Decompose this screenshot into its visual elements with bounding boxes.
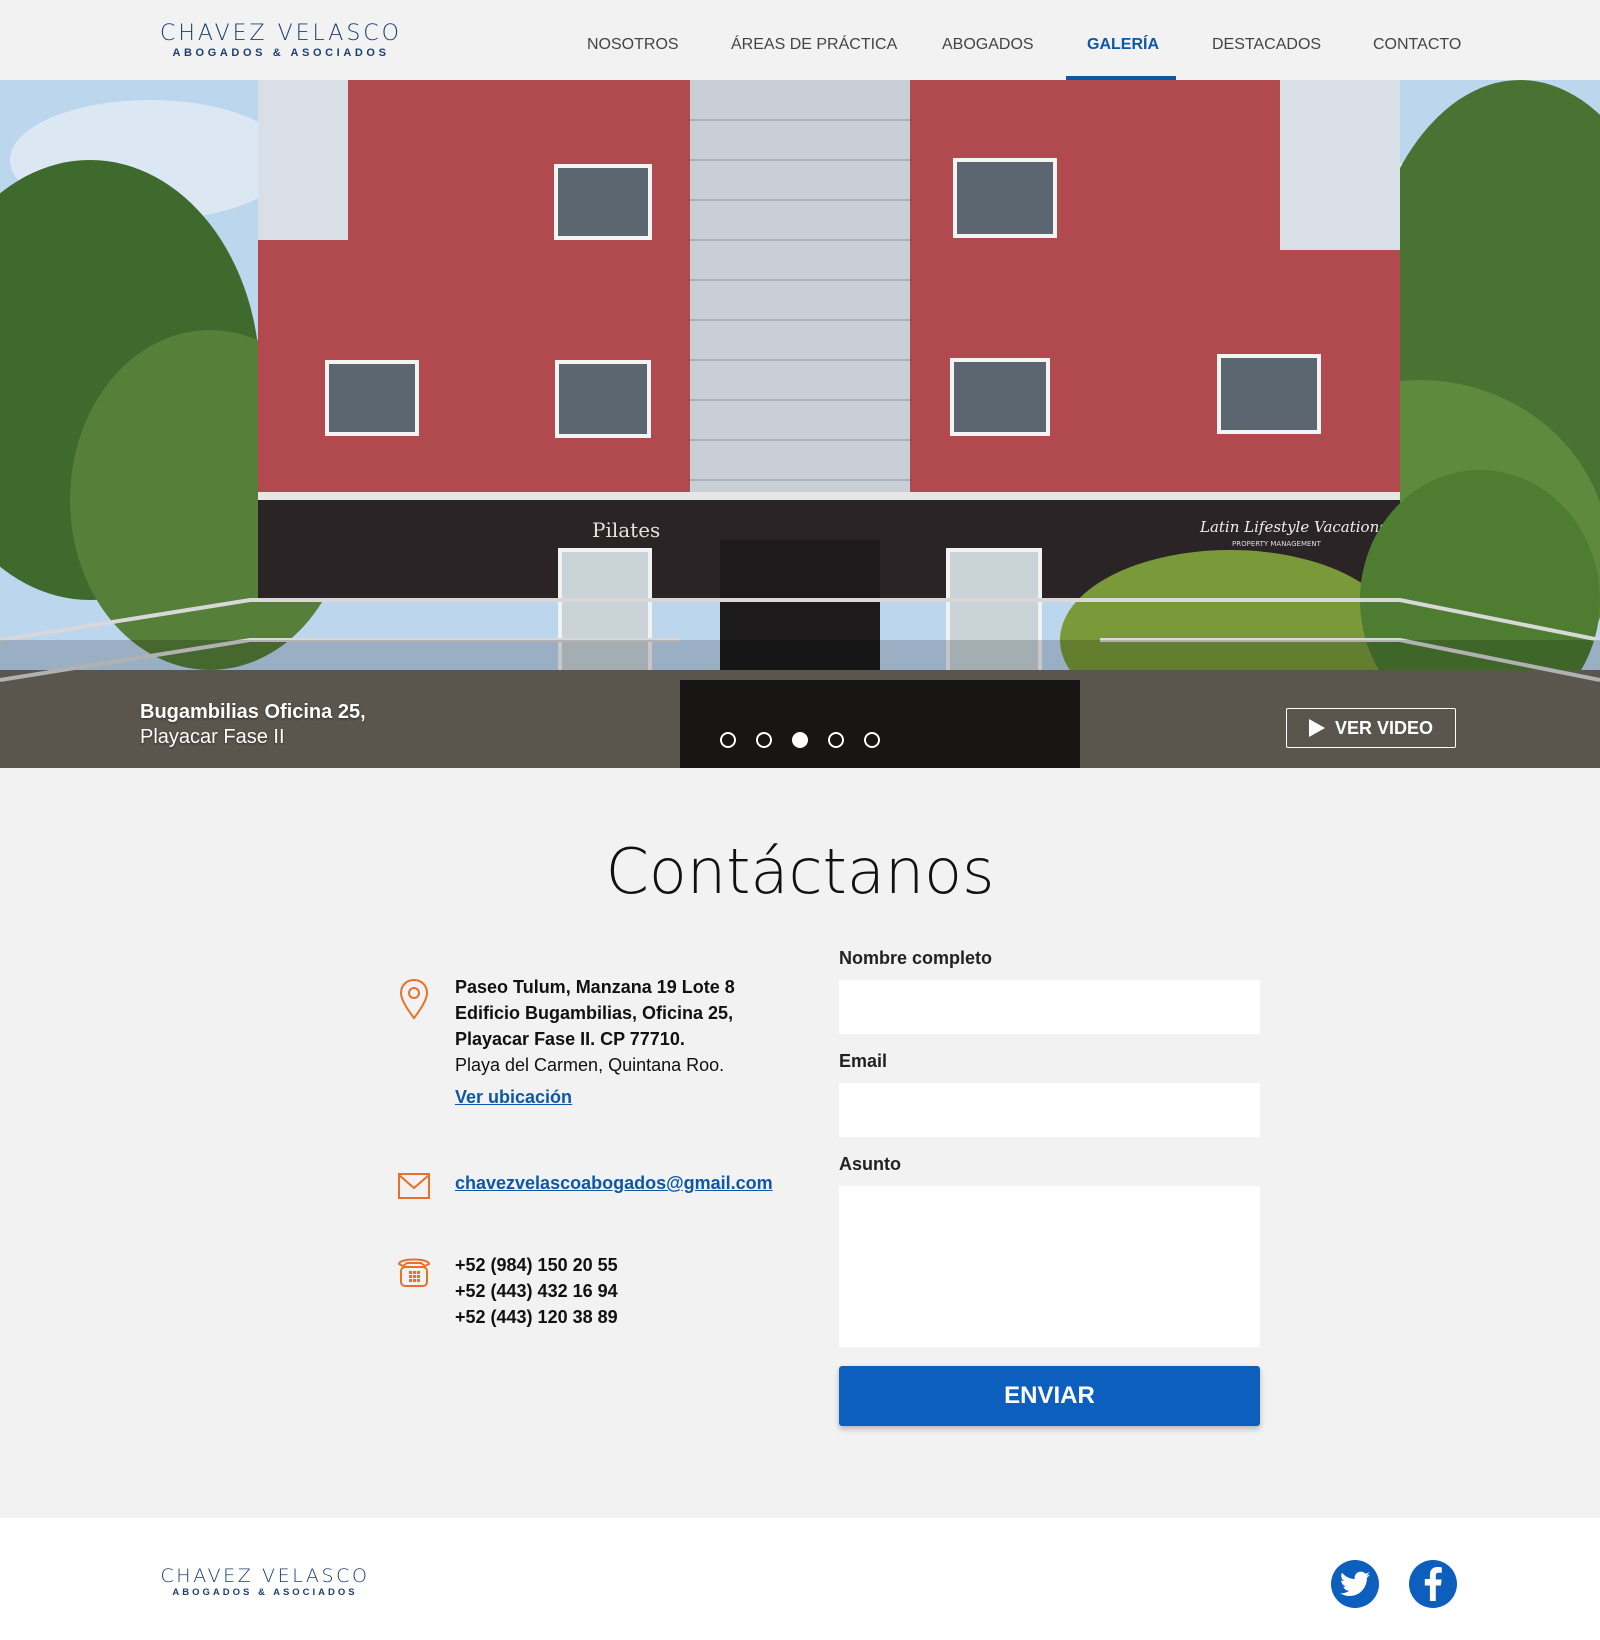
- address-line-3: Playacar Fase II. CP 77710.: [455, 1029, 685, 1049]
- slider-dot-1[interactable]: [720, 732, 736, 748]
- contact-title: Contáctanos: [605, 835, 995, 908]
- twitter-icon: [1340, 1571, 1370, 1596]
- sign-latin-lifestyle: Latin Lifestyle Vacations: [1199, 518, 1387, 536]
- brand-tagline: ABOGADOS & ASOCIADOS: [172, 47, 390, 59]
- subject-label: Asunto: [839, 1154, 901, 1174]
- twitter-link[interactable]: [1331, 1560, 1379, 1608]
- address-block: Paseo Tulum, Manzana 19 Lote 8 Edificio …: [455, 974, 735, 1110]
- site-footer: CHAVEZ VELASCO ABOGADOS & ASOCIADOS: [0, 1518, 1600, 1640]
- phone-3[interactable]: +52 (443) 120 38 89: [455, 1304, 618, 1330]
- name-label: Nombre completo: [839, 948, 993, 968]
- building-photo: Pilates Latin Lifestyle Vacations PROPER…: [0, 80, 1600, 768]
- slider-dot-2[interactable]: [756, 732, 772, 748]
- phone-1[interactable]: +52 (984) 150 20 55: [455, 1252, 618, 1278]
- telephone-icon: [397, 1258, 431, 1287]
- slide-caption-title: Bugambilias Oficina 25,: [140, 701, 366, 723]
- nav-item-areas-de-practica[interactable]: ÁREAS DE PRÁCTICA: [731, 36, 897, 54]
- subject-field[interactable]: [839, 1186, 1260, 1347]
- address-line-2: Edificio Bugambilias, Oficina 25,: [455, 1003, 734, 1023]
- ver-video-label: VER VIDEO: [1334, 717, 1434, 738]
- email-block: chavezvelascoabogados@gmail.com: [455, 1170, 773, 1196]
- phone-2[interactable]: +52 (443) 432 16 94: [455, 1278, 618, 1304]
- slider-dot-5[interactable]: [864, 732, 880, 748]
- brand-name: CHAVEZ VELASCO: [160, 21, 402, 46]
- nav-item-nosotros[interactable]: NOSOTROS: [587, 36, 679, 54]
- facebook-icon: [1424, 1567, 1442, 1601]
- sign-pilates: Pilates: [592, 518, 660, 542]
- nav-item-galeria[interactable]: GALERÍA: [1087, 36, 1159, 54]
- footer-brand-tagline: ABOGADOS & ASOCIADOS: [172, 1587, 358, 1598]
- slider-dot-4[interactable]: [828, 732, 844, 748]
- nav-item-destacados[interactable]: DESTACADOS: [1212, 36, 1321, 54]
- email-link[interactable]: chavezvelascoabogados@gmail.com: [455, 1173, 773, 1193]
- address-line-1: Paseo Tulum, Manzana 19 Lote 8: [455, 977, 735, 997]
- enviar-button[interactable]: ENVIAR: [839, 1366, 1260, 1426]
- phone-block: +52 (984) 150 20 55 +52 (443) 432 16 94 …: [455, 1252, 618, 1330]
- footer-logo[interactable]: CHAVEZ VELASCO ABOGADOS & ASOCIADOS: [150, 1566, 380, 1600]
- slide-caption-subtitle: Playacar Fase II: [140, 726, 285, 748]
- facebook-link[interactable]: [1409, 1560, 1457, 1608]
- ver-video-button[interactable]: VER VIDEO: [1286, 708, 1456, 748]
- sign-property-management: PROPERTY MANAGEMENT: [1232, 540, 1322, 548]
- name-field[interactable]: [839, 980, 1260, 1034]
- slide-caption: Bugambilias Oficina 25, Playacar Fase II: [140, 700, 366, 750]
- ver-ubicacion-link[interactable]: Ver ubicación: [455, 1087, 572, 1107]
- play-icon: [1308, 719, 1325, 737]
- slider-dot-3[interactable]: [792, 732, 808, 748]
- envelope-icon: [398, 1173, 430, 1199]
- brand-logo[interactable]: CHAVEZ VELASCO ABOGADOS & ASOCIADOS: [150, 22, 412, 60]
- footer-brand-name: CHAVEZ VELASCO: [160, 1565, 370, 1587]
- site-header: CHAVEZ VELASCO ABOGADOS & ASOCIADOS NOSO…: [0, 0, 1600, 80]
- address-city: Playa del Carmen, Quintana Roo.: [455, 1055, 725, 1075]
- location-pin-icon: [399, 978, 429, 1020]
- email-label: Email: [839, 1051, 888, 1071]
- email-field[interactable]: [839, 1083, 1260, 1137]
- gallery-slider: Pilates Latin Lifestyle Vacations PROPER…: [0, 80, 1600, 768]
- nav-item-contacto[interactable]: CONTACTO: [1373, 36, 1461, 54]
- nav-item-abogados[interactable]: ABOGADOS: [942, 36, 1034, 54]
